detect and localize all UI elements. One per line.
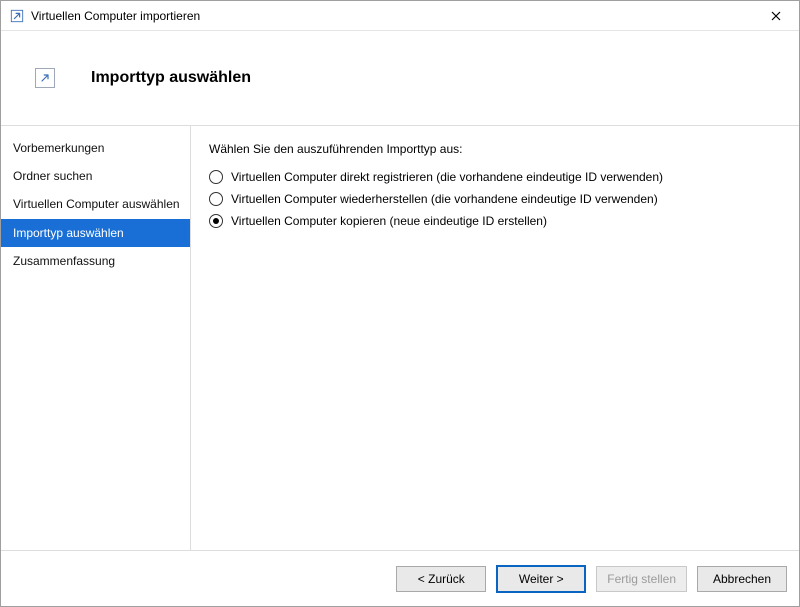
radio-register-in-place[interactable]: Virtuellen Computer direkt registrieren … — [209, 170, 781, 184]
radio-icon — [209, 192, 223, 206]
step-label: Ordner suchen — [13, 169, 92, 183]
close-button[interactable] — [753, 1, 799, 31]
wizard-window: Virtuellen Computer importieren Importty… — [0, 0, 800, 607]
step-ordner-suchen[interactable]: Ordner suchen — [1, 162, 190, 190]
page-title: Importtyp auswählen — [91, 69, 251, 87]
wizard-footer: < Zurück Weiter > Fertig stellen Abbrech… — [1, 550, 799, 606]
step-label: Vorbemerkungen — [13, 141, 104, 155]
step-virtuellen-computer-auswaehlen[interactable]: Virtuellen Computer auswählen — [1, 190, 190, 218]
radio-label: Virtuellen Computer wiederherstellen (di… — [231, 192, 658, 206]
import-type-prompt: Wählen Sie den auszuführenden Importtyp … — [209, 142, 781, 156]
wizard-steps-sidebar: Vorbemerkungen Ordner suchen Virtuellen … — [1, 126, 191, 550]
import-icon — [35, 68, 55, 88]
step-importtyp-auswaehlen[interactable]: Importtyp auswählen — [1, 219, 190, 247]
cancel-button[interactable]: Abbrechen — [697, 566, 787, 592]
close-icon — [771, 11, 781, 21]
radio-copy[interactable]: Virtuellen Computer kopieren (neue einde… — [209, 214, 781, 228]
radio-restore[interactable]: Virtuellen Computer wiederherstellen (di… — [209, 192, 781, 206]
radio-label: Virtuellen Computer kopieren (neue einde… — [231, 214, 547, 228]
window-title: Virtuellen Computer importieren — [31, 9, 753, 23]
wizard-body: Vorbemerkungen Ordner suchen Virtuellen … — [1, 126, 799, 550]
finish-button: Fertig stellen — [596, 566, 687, 592]
step-zusammenfassung[interactable]: Zusammenfassung — [1, 247, 190, 275]
wizard-content: Wählen Sie den auszuführenden Importtyp … — [191, 126, 799, 550]
step-vorbemerkungen[interactable]: Vorbemerkungen — [1, 134, 190, 162]
radio-label: Virtuellen Computer direkt registrieren … — [231, 170, 663, 184]
radio-icon — [209, 214, 223, 228]
wizard-header: Importtyp auswählen — [1, 31, 799, 126]
step-label: Virtuellen Computer auswählen — [13, 197, 180, 211]
next-button[interactable]: Weiter > — [496, 565, 586, 593]
import-icon — [9, 8, 25, 24]
titlebar: Virtuellen Computer importieren — [1, 1, 799, 31]
back-button[interactable]: < Zurück — [396, 566, 486, 592]
radio-icon — [209, 170, 223, 184]
step-label: Importtyp auswählen — [13, 226, 124, 240]
step-label: Zusammenfassung — [13, 254, 115, 268]
